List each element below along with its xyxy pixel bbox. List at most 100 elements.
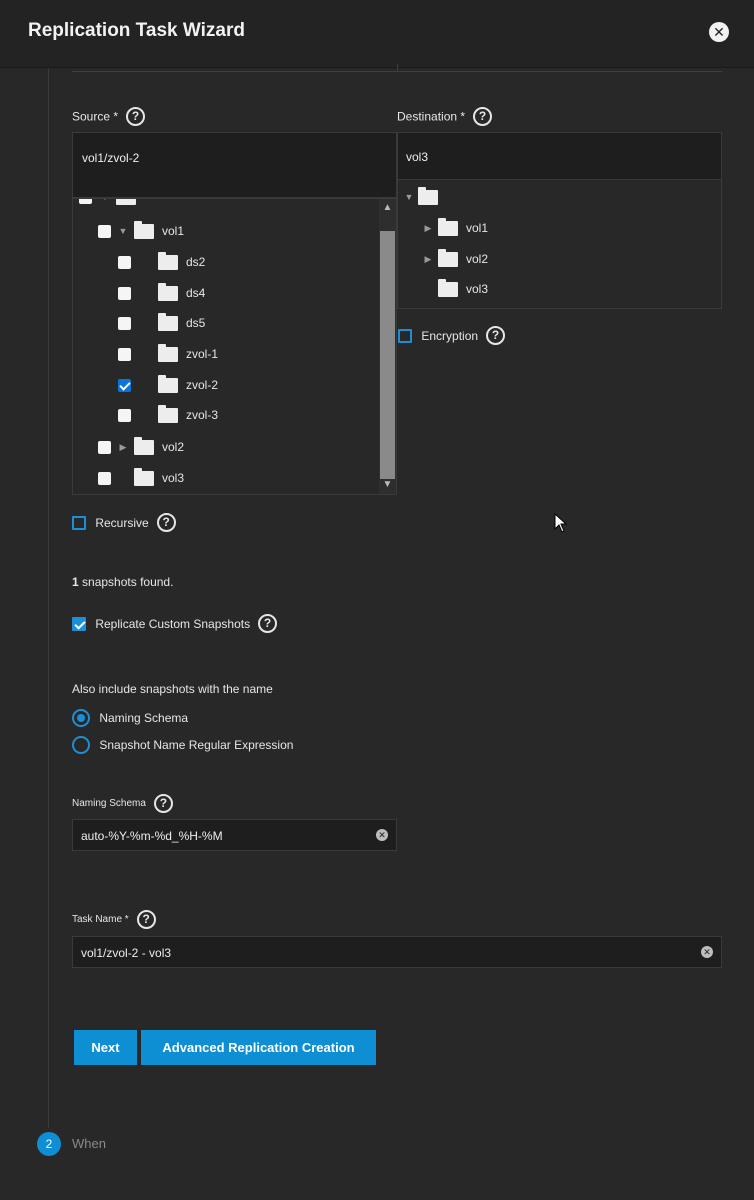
clear-icon[interactable]: ✕ <box>376 829 388 841</box>
step-label[interactable]: When <box>72 1136 106 1151</box>
checkbox[interactable] <box>118 316 131 330</box>
tree-item-label: vol1 <box>466 221 489 235</box>
mouse-cursor-icon <box>554 513 568 533</box>
tree-item-label: zvol-2 <box>186 378 219 392</box>
task-name-help-icon[interactable]: ? <box>136 910 156 929</box>
folder-icon <box>158 282 178 301</box>
folder-icon <box>134 467 154 486</box>
folder-icon <box>158 343 178 362</box>
checkbox[interactable] <box>118 408 131 422</box>
source-help-icon[interactable]: ? <box>126 107 146 126</box>
radio-naming-schema[interactable]: Naming Schema <box>72 709 188 727</box>
checkbox[interactable] <box>98 224 111 238</box>
tree-item-label: vol2 <box>466 252 489 266</box>
source-tree-item[interactable]: ds2 <box>118 250 205 274</box>
snapshots-found: 1 snapshots found. <box>72 575 174 589</box>
dialog-title: Replication Task Wizard <box>28 20 245 41</box>
source-tree-item[interactable]: ▼ vol1 <box>98 219 184 243</box>
checkbox[interactable] <box>98 440 111 454</box>
naming-schema-help-icon[interactable]: ? <box>153 794 173 813</box>
folder-icon <box>418 186 438 205</box>
tree-item-label: vol1 <box>162 224 185 238</box>
radio-regex[interactable]: Snapshot Name Regular Expression <box>72 736 293 754</box>
folder-icon <box>158 374 178 393</box>
source-tree-item[interactable]: ▶ vol2 <box>98 435 184 459</box>
scroll-up-icon[interactable]: ▲ <box>379 201 396 215</box>
source-input[interactable]: vol1/zvol-2 <box>72 132 397 198</box>
recursive-help-icon[interactable]: ? <box>156 513 176 532</box>
stepper-line <box>48 68 49 1128</box>
next-button[interactable]: Next <box>74 1030 137 1065</box>
destination-label: Destination *? <box>397 107 493 126</box>
naming-schema-label: Naming Schema? <box>72 794 173 813</box>
checkbox[interactable] <box>79 199 92 204</box>
folder-icon <box>158 404 178 423</box>
replicate-custom-checkbox[interactable] <box>72 616 86 631</box>
checkbox[interactable] <box>118 378 131 392</box>
destination-tree[interactable]: ▼ ▶ vol1 ▶ vol2 vol3 <box>397 180 722 309</box>
recursive-checkbox[interactable] <box>72 515 86 530</box>
source-tree-item[interactable]: zvol-1 <box>118 342 218 366</box>
checkbox[interactable] <box>98 471 111 485</box>
source-tree[interactable]: ▼ ▼ vol1 ds2 ds4 ds5 zvol-1 zvol-2 zvol-3 ▶ vol2 v… <box>72 198 397 495</box>
folder-icon <box>158 312 178 331</box>
previous-fields-edge <box>72 64 722 72</box>
folder-icon <box>438 248 458 267</box>
encryption-help-icon[interactable]: ? <box>486 326 506 345</box>
dialog-header: Replication Task Wizard ✕ <box>0 0 754 68</box>
source-tree-root: ▼ <box>79 199 136 209</box>
checkbox[interactable] <box>118 286 131 300</box>
task-name-label: Task Name *? <box>72 910 156 929</box>
clear-icon[interactable]: ✕ <box>701 946 713 958</box>
source-tree-item[interactable]: zvol-3 <box>118 403 218 427</box>
source-tree-item[interactable]: vol3 <box>98 466 184 490</box>
encryption-checkbox[interactable] <box>398 328 412 343</box>
scroll-thumb[interactable] <box>380 231 395 479</box>
destination-tree-item[interactable]: ▶ vol1 <box>423 216 488 240</box>
expand-arrow-icon[interactable]: ▼ <box>404 192 414 202</box>
folder-icon <box>158 251 178 270</box>
expand-arrow-icon[interactable]: ▶ <box>118 442 128 453</box>
task-name-value: vol1/zvol-2 - vol3 <box>81 946 172 960</box>
source-tree-item[interactable]: ds4 <box>118 281 205 305</box>
folder-icon <box>134 436 154 455</box>
radio-button[interactable] <box>72 709 90 727</box>
step-number[interactable]: 2 <box>37 1132 61 1156</box>
destination-help-icon[interactable]: ? <box>473 107 493 126</box>
destination-tree-item[interactable]: ▶ vol2 <box>423 247 488 271</box>
tree-item-label: ds4 <box>186 286 206 300</box>
source-tree-item[interactable]: ds5 <box>118 311 205 335</box>
destination-input[interactable]: vol3 <box>397 132 722 180</box>
close-icon[interactable]: ✕ <box>709 22 729 42</box>
naming-schema-value: auto-%Y-%m-%d_%H-%M <box>81 829 223 843</box>
tree-item-label: zvol-3 <box>186 408 219 422</box>
expand-arrow-icon[interactable]: ▶ <box>423 254 433 265</box>
folder-icon <box>116 199 136 205</box>
tree-item-label: vol2 <box>162 440 185 454</box>
folder-icon <box>438 217 458 236</box>
source-tree-item[interactable]: zvol-2 <box>118 373 218 397</box>
tree-item-label: ds2 <box>186 255 206 269</box>
advanced-replication-button[interactable]: Advanced Replication Creation <box>141 1030 376 1065</box>
checkbox[interactable] <box>118 347 131 361</box>
destination-value: vol3 <box>406 150 429 164</box>
recursive-option[interactable]: Recursive? <box>72 513 176 532</box>
expand-arrow-icon[interactable]: ▼ <box>100 199 110 202</box>
tree-item-label: vol3 <box>162 471 185 485</box>
checkbox[interactable] <box>118 255 131 269</box>
expand-arrow-icon[interactable]: ▼ <box>118 226 128 236</box>
replicate-custom-help-icon[interactable]: ? <box>258 614 278 633</box>
replicate-custom-option[interactable]: Replicate Custom Snapshots? <box>72 614 278 633</box>
folder-icon <box>134 220 154 239</box>
naming-schema-input[interactable]: auto-%Y-%m-%d_%H-%M ✕ <box>72 819 397 851</box>
source-tree-scrollbar[interactable]: ▲ ▼ <box>379 199 396 494</box>
expand-arrow-icon[interactable]: ▶ <box>423 223 433 234</box>
scroll-down-icon[interactable]: ▼ <box>379 478 396 492</box>
destination-tree-root: ▼ <box>404 185 438 209</box>
encryption-option[interactable]: Encryption? <box>398 326 506 345</box>
radio-button[interactable] <box>72 736 90 754</box>
destination-tree-item[interactable]: vol3 <box>423 277 488 301</box>
source-label: Source *? <box>72 107 146 126</box>
task-name-input[interactable]: vol1/zvol-2 - vol3 ✕ <box>72 936 722 968</box>
tree-item-label: zvol-1 <box>186 347 219 361</box>
